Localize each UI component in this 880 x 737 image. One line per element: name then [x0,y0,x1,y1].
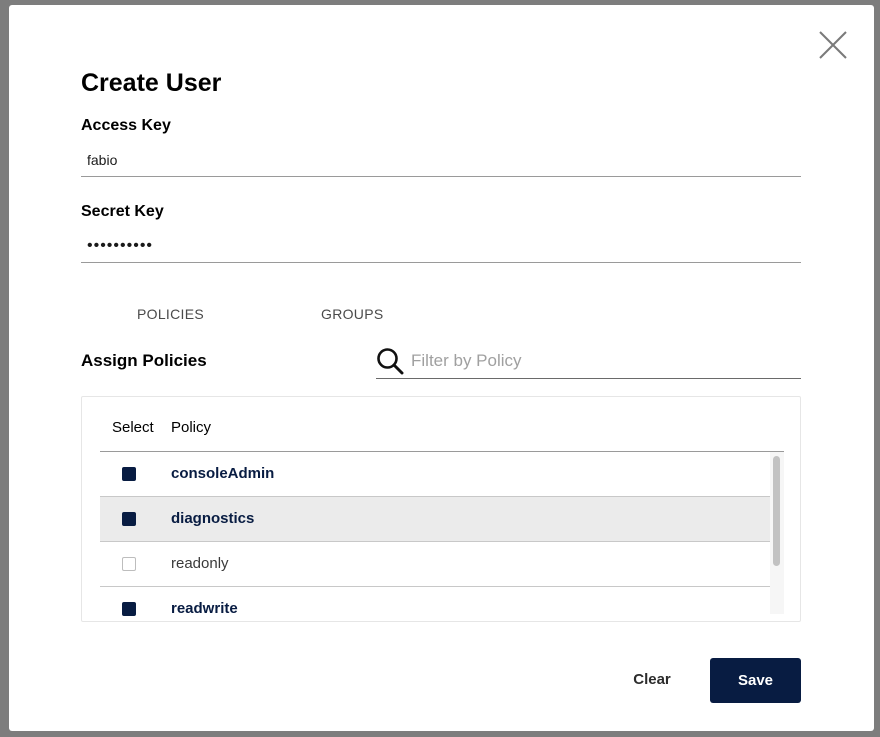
table-row[interactable]: readwrite [100,587,770,621]
policies-table: Select Policy consoleAdmin diagnostics r… [81,396,801,622]
tab-policies[interactable]: POLICIES [137,306,204,322]
policy-checkbox[interactable] [122,602,136,616]
policy-name: readonly [171,555,229,572]
policy-checkbox[interactable] [122,512,136,526]
secret-key-label: Secret Key [81,203,164,220]
table-row[interactable]: readonly [100,542,770,587]
save-button[interactable]: Save [710,658,801,703]
tab-groups[interactable]: GROUPS [321,306,383,322]
policy-name: diagnostics [171,510,255,527]
access-key-input[interactable] [81,143,801,177]
secret-key-input[interactable] [81,229,801,263]
close-button[interactable] [818,30,848,60]
create-user-dialog: Create User Access Key Secret Key POLICI… [9,5,874,731]
policy-name: consoleAdmin [171,465,275,482]
table-row[interactable]: consoleAdmin [100,452,770,497]
table-scrollbar[interactable] [770,452,784,614]
table-row[interactable]: diagnostics [100,497,770,542]
policy-checkbox[interactable] [122,467,136,481]
search-icon [377,348,404,375]
scrollbar-thumb[interactable] [773,456,780,566]
policies-list: consoleAdmin diagnostics readonly readwr… [100,452,770,621]
close-icon [819,31,847,59]
policy-filter [376,343,801,379]
policy-filter-input[interactable] [411,347,791,375]
dialog-title: Create User [81,69,222,97]
access-key-label: Access Key [81,117,171,134]
column-header-select: Select [112,419,154,436]
table-header: Select Policy [100,397,784,452]
policy-name: readwrite [171,600,238,617]
clear-button[interactable]: Clear [619,661,685,697]
assign-policies-label: Assign Policies [81,351,207,370]
column-header-policy: Policy [171,419,212,436]
policy-checkbox[interactable] [122,557,136,571]
